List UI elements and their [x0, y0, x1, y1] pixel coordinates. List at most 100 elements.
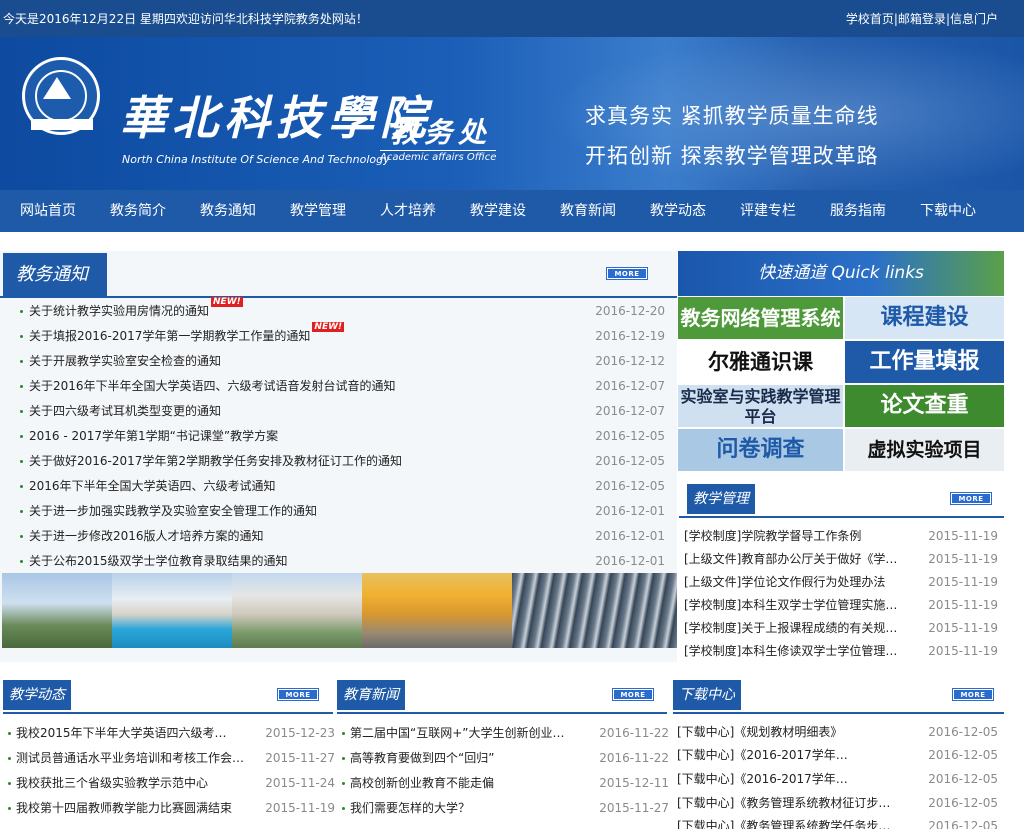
list-item[interactable]: 关于做好2016-2017学年第2学期教学任务安排及教材征订工作的通知 2016-…	[20, 449, 665, 474]
list-item[interactable]: 测试员普通话水平业务培训和考核工作会… 2015-11-27	[8, 746, 335, 771]
list-item[interactable]: [下载中心]《2016-2017学年… 2016-12-05	[677, 768, 998, 791]
divider	[679, 516, 1004, 518]
list-item[interactable]: 关于公布2015级双学士学位教育录取结果的通知 2016-12-01	[20, 549, 665, 574]
list-item[interactable]: 关于进一步加强实践教学及实验室安全管理工作的通知 2016-12-01	[20, 499, 665, 524]
notice-link[interactable]: 2016年下半年全国大学英语四、六级考试通知	[29, 474, 276, 499]
item-link[interactable]: 高校创新创业教育不能走偏	[350, 771, 580, 796]
notice-link[interactable]: 关于进一步加强实践教学及实验室安全管理工作的通知	[29, 499, 317, 524]
item-link[interactable]: [学校制度]关于上报课程成绩的有关规…	[684, 617, 902, 640]
item-link[interactable]: [下载中心]《教务管理系统教材征订步…	[677, 792, 902, 815]
email-login-link[interactable]: 邮箱登录	[898, 12, 946, 26]
list-item[interactable]: 关于2016年下半年全国大学英语四、六级考试语音发射台试音的通知 2016-12-…	[20, 374, 665, 399]
bullet-icon	[20, 385, 23, 388]
list-item[interactable]: 高等教育要做到四个“回归” 2016-11-22	[342, 746, 669, 771]
info-portal-link[interactable]: 信息门户	[950, 12, 998, 26]
list-item[interactable]: [学校制度]学院教学督导工作条例 2015-11-19	[684, 525, 998, 548]
item-link[interactable]: [下载中心]《规划教材明细表》	[677, 721, 902, 744]
item-link[interactable]: [上级文件]学位论文作假行为处理办法	[684, 571, 902, 594]
school-home-link[interactable]: 学校首页	[846, 12, 894, 26]
notice-link[interactable]: 关于做好2016-2017学年第2学期教学任务安排及教材征订工作的通知	[29, 449, 402, 474]
item-link[interactable]: [学校制度]本科生双学士学位管理实施…	[684, 594, 902, 617]
list-item[interactable]: [上级文件]教育部办公厅关于做好《学… 2015-11-19	[684, 548, 998, 571]
notice-link[interactable]: 关于统计教学实验用房情况的通知	[29, 304, 209, 318]
item-link[interactable]: 我校2015年下半年大学英语四六级考…	[16, 721, 246, 746]
nav-edu-news[interactable]: 教育新闻	[560, 190, 616, 232]
list-item[interactable]: 我校第十四届教师教学能力比赛圆满结束 2015-11-19	[8, 796, 335, 821]
item-date: 2015-11-19	[928, 552, 998, 566]
quick-link-survey[interactable]: 问卷调查	[678, 429, 843, 471]
bullet-icon	[8, 757, 11, 760]
nav-teaching-mgmt[interactable]: 教学管理	[290, 190, 346, 232]
new-badge: NEW!	[312, 322, 345, 332]
item-link[interactable]: 测试员普通话水平业务培训和考核工作会…	[16, 746, 246, 771]
list-item[interactable]: 关于四六级考试耳机类型变更的通知 2016-12-07	[20, 399, 665, 424]
notice-link[interactable]: 关于开展教学实验室安全检查的通知	[29, 349, 221, 374]
item-date: 2015-11-19	[928, 598, 998, 612]
edu-news-more-button[interactable]: MORE	[612, 688, 654, 701]
list-item[interactable]: 我校2015年下半年大学英语四六级考… 2015-12-23	[8, 721, 335, 746]
notice-link[interactable]: 关于公布2015级双学士学位教育录取结果的通知	[29, 549, 288, 574]
item-link[interactable]: [下载中心]《2016-2017学年…	[677, 768, 902, 791]
notice-link[interactable]: 关于2016年下半年全国大学英语四、六级考试语音发射台试音的通知	[29, 374, 396, 399]
item-link[interactable]: 第二届中国“互联网+”大学生创新创业…	[350, 721, 580, 746]
bullet-icon	[342, 807, 345, 810]
item-link[interactable]: 高等教育要做到四个“回归”	[350, 746, 580, 771]
list-item[interactable]: [下载中心]《教务管理系统教材征订步… 2016-12-05	[677, 792, 998, 815]
list-item[interactable]: 关于填报2016-2017学年第一学期教学工作量的通知NEW! 2016-12-1…	[20, 322, 665, 349]
notice-link[interactable]: 关于填报2016-2017学年第一学期教学工作量的通知	[29, 329, 310, 343]
item-link[interactable]: 我校第十四届教师教学能力比赛圆满结束	[16, 796, 246, 821]
bullet-icon	[20, 485, 23, 488]
bullet-icon	[20, 410, 23, 413]
nav-home[interactable]: 网站首页	[20, 190, 76, 232]
quick-link-edu-system[interactable]: 教务网络管理系统	[678, 297, 843, 339]
teaching-news-more-button[interactable]: MORE	[277, 688, 319, 701]
item-link[interactable]: [下载中心]《2016-2017学年…	[677, 744, 902, 767]
quick-link-erya[interactable]: 尔雅通识课	[678, 341, 843, 383]
notice-more-button[interactable]: MORE	[606, 267, 648, 280]
item-link[interactable]: [下载中心]《教务管理系统教学任务步…	[677, 815, 902, 829]
list-item[interactable]: [学校制度]本科生双学士学位管理实施… 2015-11-19	[684, 594, 998, 617]
list-item[interactable]: 我校获批三个省级实验教学示范中心 2015-11-24	[8, 771, 335, 796]
item-date: 2016-12-05	[928, 819, 998, 829]
item-link[interactable]: [学校制度]学院教学督导工作条例	[684, 525, 902, 548]
nav-evaluation[interactable]: 评建专栏	[740, 190, 796, 232]
list-item[interactable]: [下载中心]《2016-2017学年… 2016-12-05	[677, 744, 998, 767]
item-date: 2016-12-05	[928, 796, 998, 810]
list-item[interactable]: [上级文件]学位论文作假行为处理办法 2015-11-19	[684, 571, 998, 594]
main-nav: 网站首页 教务简介 教务通知 教学管理 人才培养 教学建设 教育新闻 教学动态 …	[0, 190, 1024, 232]
quick-link-course-building[interactable]: 课程建设	[845, 297, 1004, 339]
item-link[interactable]: [学校制度]本科生修读双学士学位管理…	[684, 640, 902, 663]
list-item[interactable]: [下载中心]《教务管理系统教学任务步… 2016-12-05	[677, 815, 998, 829]
list-item[interactable]: 我们需要怎样的大学？ 2015-11-27	[342, 796, 669, 821]
item-link[interactable]: 我校获批三个省级实验教学示范中心	[16, 771, 246, 796]
nav-notices[interactable]: 教务通知	[200, 190, 256, 232]
list-item[interactable]: 关于统计教学实验用房情况的通知NEW! 2016-12-20	[20, 297, 665, 324]
quick-link-lab-platform[interactable]: 实验室与实践教学管理平台	[678, 385, 843, 427]
nav-construction[interactable]: 教学建设	[470, 190, 526, 232]
notice-link[interactable]: 关于进一步修改2016版人才培养方案的通知	[29, 524, 264, 549]
quick-link-virtual-lab[interactable]: 虚拟实验项目	[845, 429, 1004, 471]
item-link[interactable]: [上级文件]教育部办公厅关于做好《学…	[684, 548, 902, 571]
nav-teaching-news[interactable]: 教学动态	[650, 190, 706, 232]
item-link[interactable]: 我们需要怎样的大学？	[350, 796, 580, 821]
nav-service[interactable]: 服务指南	[830, 190, 886, 232]
quick-link-plagiarism[interactable]: 论文查重	[845, 385, 1004, 427]
list-item[interactable]: [学校制度]关于上报课程成绩的有关规… 2015-11-19	[684, 617, 998, 640]
list-item[interactable]: 关于开展教学实验室安全检查的通知 2016-12-12	[20, 349, 665, 374]
notice-link[interactable]: 关于四六级考试耳机类型变更的通知	[29, 399, 221, 424]
nav-downloads[interactable]: 下载中心	[920, 190, 976, 232]
nav-intro[interactable]: 教务简介	[110, 190, 166, 232]
downloads-more-button[interactable]: MORE	[952, 688, 994, 701]
quick-link-workload[interactable]: 工作量填报	[845, 341, 1004, 383]
teaching-mgmt-more-button[interactable]: MORE	[950, 492, 992, 505]
nav-talent[interactable]: 人才培养	[380, 190, 436, 232]
list-item[interactable]: [学校制度]本科生修读双学士学位管理… 2015-11-19	[684, 640, 998, 663]
list-item[interactable]: 高校创新创业教育不能走偏 2015-12-11	[342, 771, 669, 796]
list-item[interactable]: 第二届中国“互联网+”大学生创新创业… 2016-11-22	[342, 721, 669, 746]
notice-link[interactable]: 2016 - 2017学年第1学期“书记课堂”教学方案	[29, 424, 278, 449]
list-item[interactable]: 2016年下半年全国大学英语四、六级考试通知 2016-12-05	[20, 474, 665, 499]
divider	[3, 712, 333, 714]
list-item[interactable]: [下载中心]《规划教材明细表》 2016-12-05	[677, 721, 998, 744]
list-item[interactable]: 关于进一步修改2016版人才培养方案的通知 2016-12-01	[20, 524, 665, 549]
list-item[interactable]: 2016 - 2017学年第1学期“书记课堂”教学方案 2016-12-05	[20, 424, 665, 449]
